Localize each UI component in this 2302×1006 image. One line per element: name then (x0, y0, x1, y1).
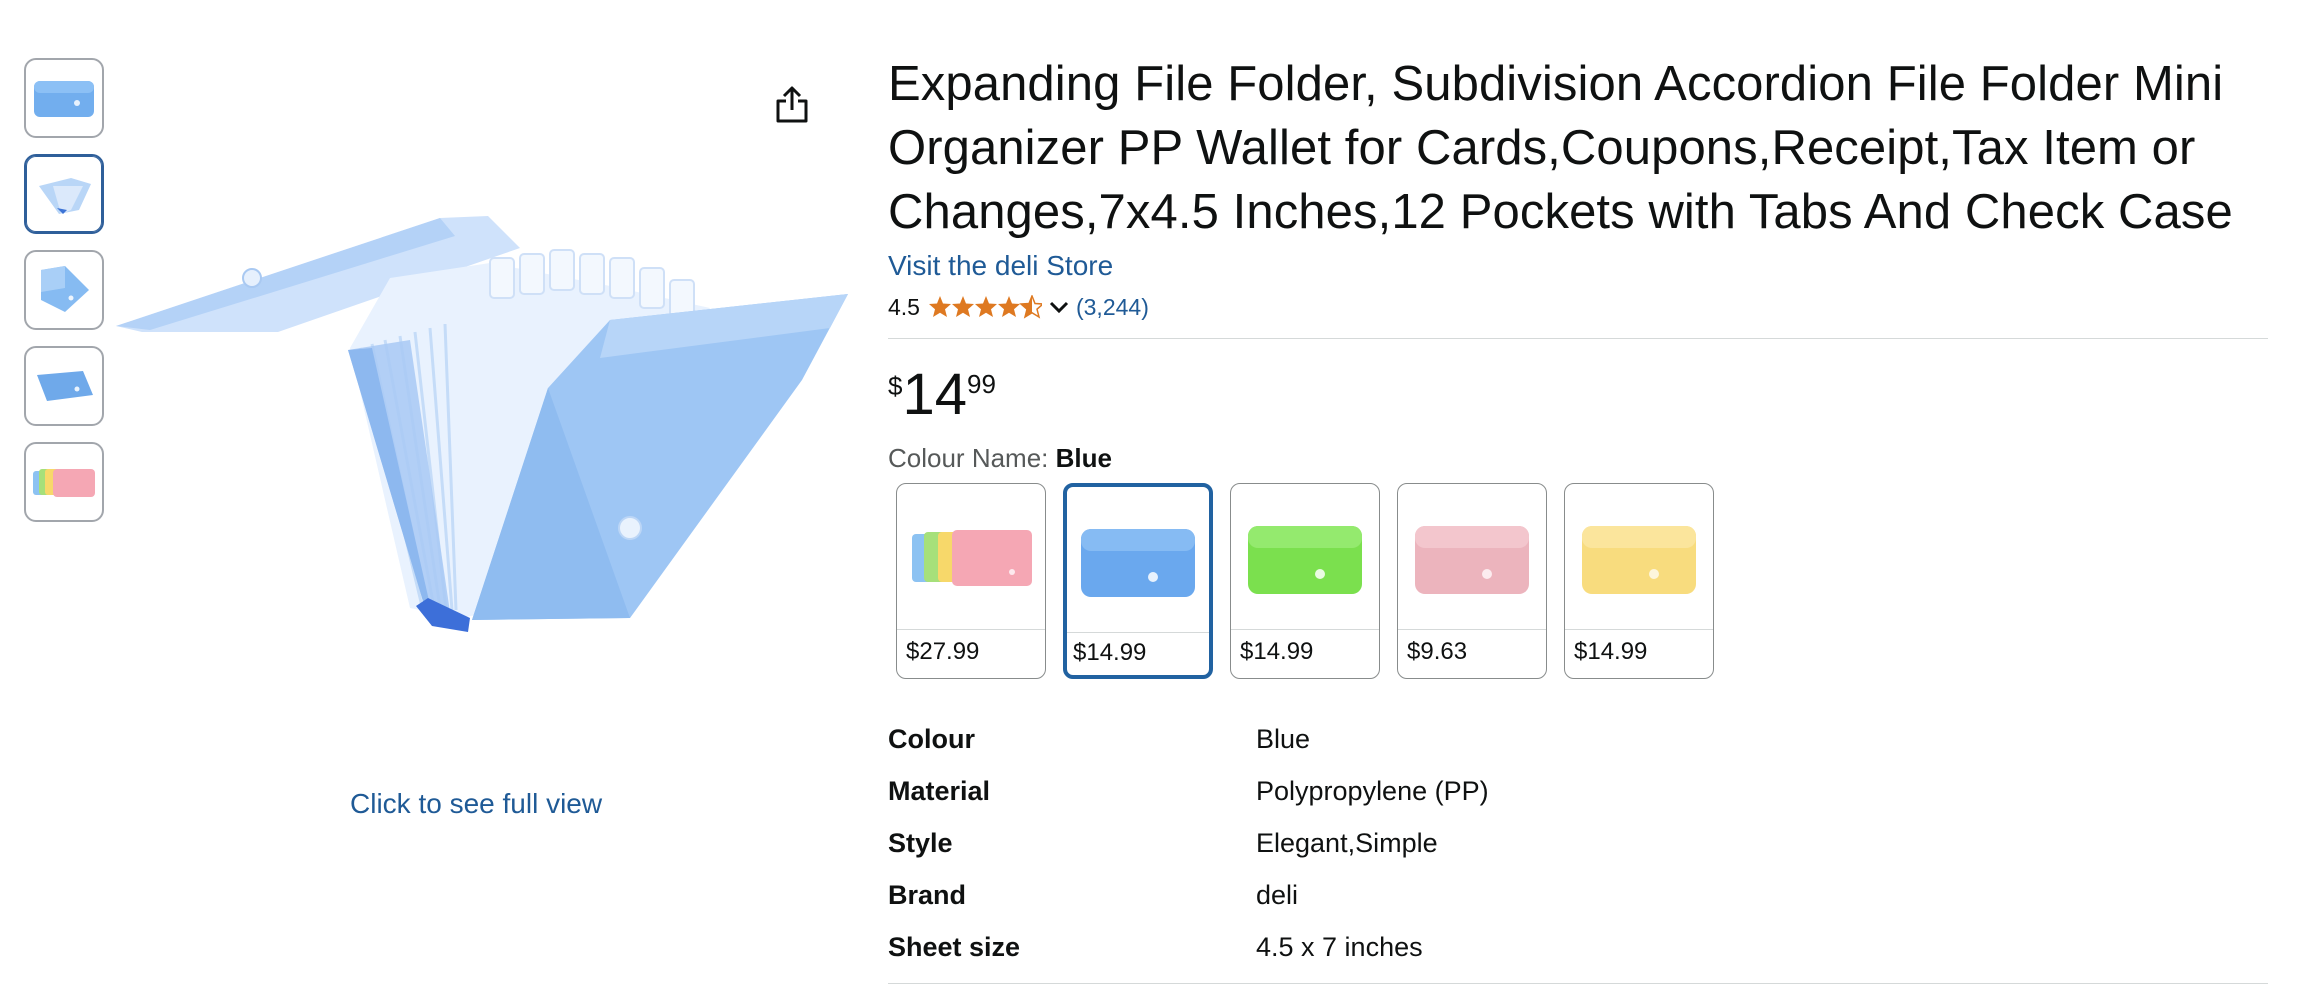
swatch-image (1067, 487, 1209, 633)
thumbnail-1[interactable] (24, 58, 104, 138)
colour-name-label: Colour Name: (888, 443, 1049, 473)
main-product-image[interactable] (110, 58, 850, 778)
thumbnail-5[interactable] (24, 442, 104, 522)
price-symbol: $ (888, 371, 903, 401)
spec-value: Polypropylene (PP) (1256, 775, 1489, 806)
spec-key: Brand (888, 879, 967, 910)
swatch-blue[interactable]: $14.99 (1063, 483, 1213, 679)
store-link[interactable]: Visit the deli Store (888, 248, 2268, 284)
swatch-price: $14.99 (1574, 638, 1648, 665)
share-icon (776, 86, 808, 123)
spec-key: Material (888, 775, 991, 806)
swatch-price: $27.99 (906, 638, 980, 665)
thumbnail-3[interactable] (24, 250, 104, 330)
share-button[interactable] (770, 80, 814, 128)
spec-row: Material Polypropylene (PP) (888, 765, 2268, 817)
swatch-price: $9.63 (1407, 638, 1468, 665)
spec-row: Brand deli (888, 869, 2268, 921)
product-title: Expanding File Folder, Subdivision Accor… (888, 57, 2233, 239)
blue-folder-thumb-icon (34, 81, 94, 117)
folder-angle-thumb-icon (41, 266, 89, 312)
swatch-image (1231, 484, 1379, 630)
swatch-price: $14.99 (1073, 639, 1147, 666)
colour-swatches: $27.99 $14.99 $14.99 $9.63 $14.99 (896, 483, 2268, 679)
divider (888, 338, 2268, 339)
product-details: Expanding File Folder, Subdivision Accor… (888, 52, 2268, 984)
swatch-image (1565, 484, 1713, 630)
rating-value: 4.5 (888, 293, 920, 320)
thumbnail-4[interactable] (24, 346, 104, 426)
swatch-image (897, 484, 1045, 630)
rating-row: 4.5 (3,244) (888, 290, 2268, 324)
spec-row: Sheet size 4.5 x 7 inches (888, 921, 2268, 973)
thumbnail-2[interactable] (24, 154, 104, 234)
colour-name-row: Colour Name: Blue (888, 441, 2268, 475)
folder-flat-thumb-icon (37, 371, 93, 401)
price-whole: 14 (902, 362, 967, 427)
star-rating-icon[interactable] (928, 295, 1042, 319)
spec-key: Sheet size (888, 931, 1021, 962)
rating-count-link[interactable]: (3,244) (1076, 294, 1149, 321)
spec-key: Colour (888, 723, 975, 754)
spec-row: Style Elegant,Simple (888, 817, 2268, 869)
full-view-link[interactable]: Click to see full view (350, 788, 602, 820)
thumbnail-list (24, 58, 104, 538)
spec-key: Style (888, 827, 953, 858)
chevron-down-icon[interactable] (1048, 299, 1070, 315)
spec-value: Elegant,Simple (1256, 827, 1438, 858)
price: $ 14 99 (888, 365, 2268, 427)
swatch-yellow[interactable]: $14.99 (1564, 483, 1714, 679)
divider (888, 983, 2268, 984)
product-specs-table: Colour Blue Material Polypropylene (PP) … (888, 713, 2268, 973)
spec-value: deli (1256, 879, 1299, 910)
spec-row: Colour Blue (888, 713, 2268, 765)
swatch-multicolor[interactable]: $27.99 (896, 483, 1046, 679)
spec-value: 4.5 x 7 inches (1256, 931, 1423, 962)
swatch-green[interactable]: $14.99 (1230, 483, 1380, 679)
expanding-folder-image (116, 216, 848, 632)
spec-value: Blue (1256, 723, 1311, 754)
multicolor-thumb-icon (33, 469, 95, 497)
swatch-price: $14.99 (1240, 638, 1314, 665)
colour-name-value: Blue (1055, 443, 1112, 473)
open-folder-thumb-icon (39, 178, 91, 214)
swatch-pink[interactable]: $9.63 (1397, 483, 1547, 679)
price-fraction: 99 (966, 369, 996, 399)
swatch-image (1398, 484, 1546, 630)
